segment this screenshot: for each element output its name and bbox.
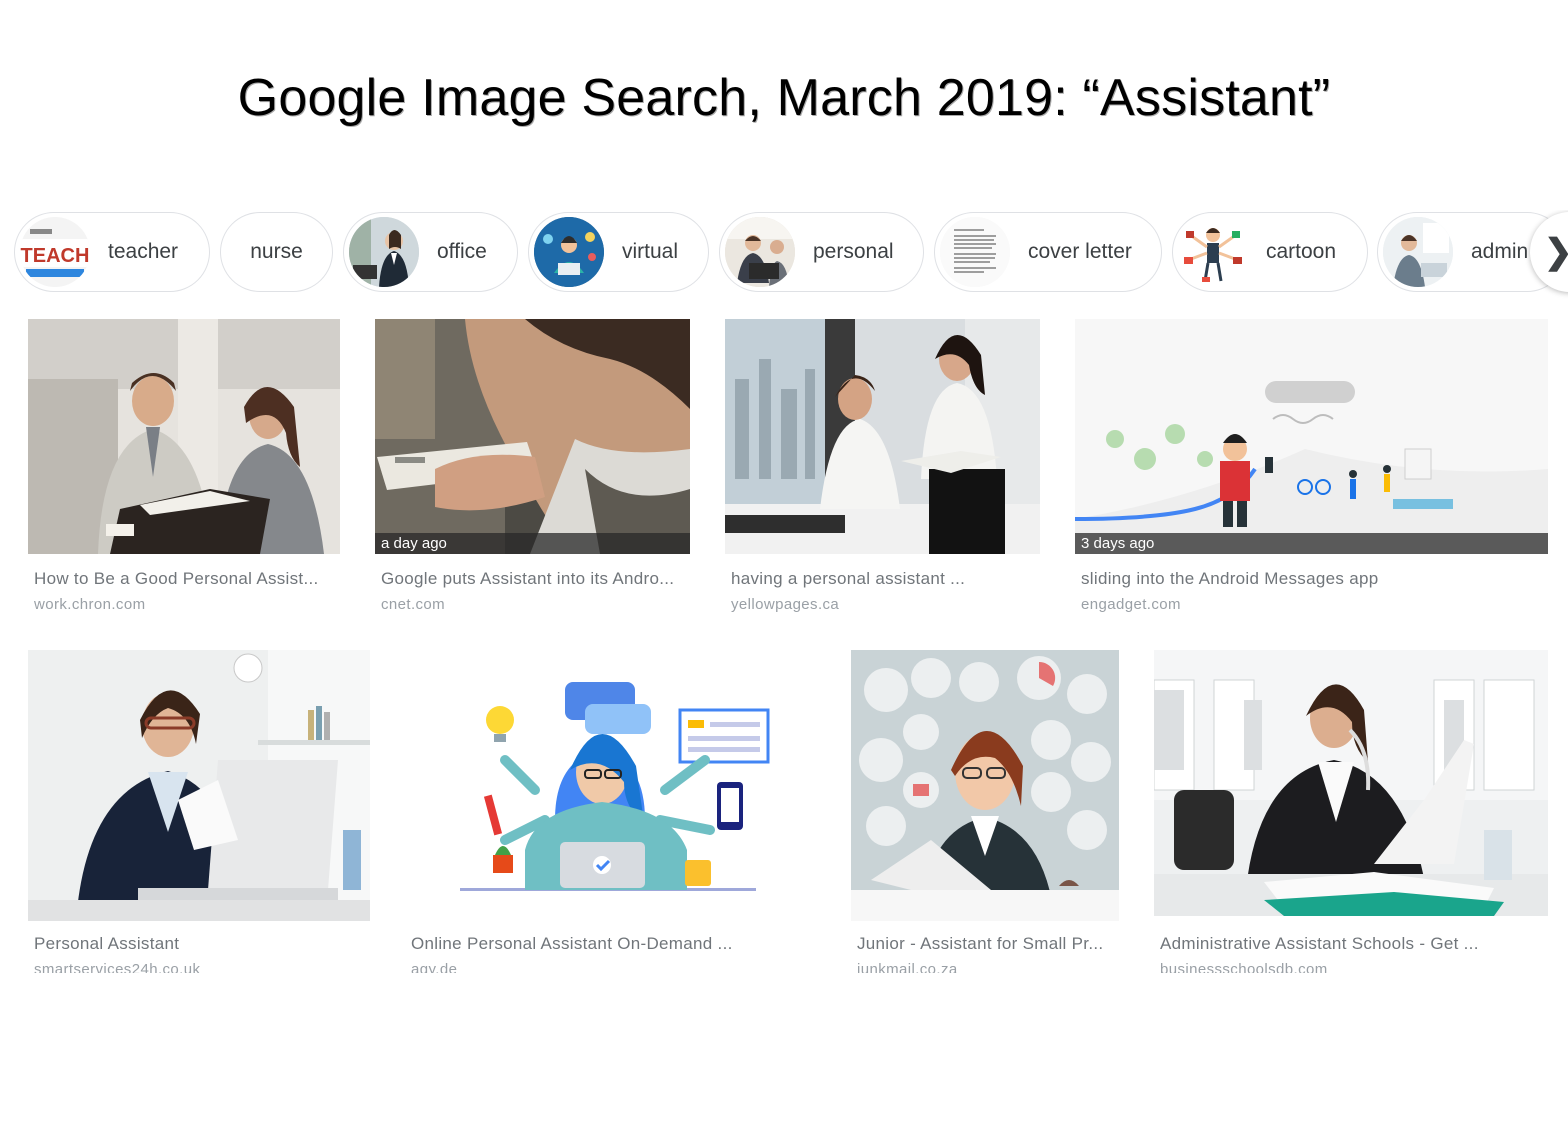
chip-label: office — [437, 240, 487, 263]
result-domain: engadget.com — [1081, 596, 1181, 613]
result-tile[interactable]: 3 days ago sliding into the Android Mess… — [1075, 319, 1548, 619]
chip-teacher[interactable]: TEACH teacher — [14, 212, 210, 292]
result-tile[interactable]: Online Personal Assistant On-Demand ... … — [405, 650, 816, 973]
chip-virtual[interactable]: virtual — [528, 212, 709, 292]
slide-title: Google Image Search, March 2019: “Assist… — [237, 69, 1331, 127]
related-search-chips: TEACH teacher nurse office virtual perso… — [0, 210, 1568, 300]
result-tile[interactable]: Personal Assistant smartservices24h.co.u… — [28, 650, 370, 973]
result-tile[interactable]: Administrative Assistant Schools - Get .… — [1154, 650, 1548, 973]
teacher-thumb-text: TEACH — [21, 245, 90, 267]
result-tile[interactable]: a day ago Google puts Assistant into its… — [375, 319, 690, 619]
chip-cartoon[interactable]: cartoon — [1172, 212, 1368, 292]
result-domain: junkmail.co.za — [857, 963, 958, 973]
result-image[interactable] — [28, 319, 340, 554]
result-age-badge: a day ago — [375, 533, 690, 554]
result-title[interactable]: Junior - Assistant for Small Pr... — [857, 934, 1103, 954]
result-title[interactable]: sliding into the Android Messages app — [1081, 569, 1378, 589]
result-title[interactable]: Personal Assistant — [34, 934, 179, 954]
result-domain: businessschoolsdb.com — [1160, 963, 1328, 973]
chip-label: cartoon — [1266, 240, 1337, 263]
result-domain: yellowpages.ca — [731, 596, 840, 613]
result-image[interactable] — [405, 650, 816, 921]
result-tile[interactable]: having a personal assistant ... yellowpa… — [725, 319, 1040, 619]
chip-cover-letter[interactable]: cover letter — [934, 212, 1162, 292]
result-image[interactable] — [28, 650, 370, 921]
result-domain: cnet.com — [381, 596, 446, 613]
result-image[interactable]: a day ago — [375, 319, 690, 554]
result-image[interactable]: 3 days ago — [1075, 319, 1548, 554]
result-title[interactable]: How to Be a Good Personal Assist... — [34, 569, 319, 589]
chip-office[interactable]: office — [343, 212, 518, 292]
virtual-thumbnail-icon — [534, 217, 604, 287]
result-title[interactable]: Google puts Assistant into its Andro... — [381, 569, 674, 589]
result-title[interactable]: Administrative Assistant Schools - Get .… — [1160, 934, 1479, 954]
cartoon-thumbnail-icon — [1178, 217, 1248, 287]
chip-label: teacher — [108, 240, 179, 263]
result-title[interactable]: Online Personal Assistant On-Demand ... — [411, 934, 733, 954]
personal-thumbnail-icon — [725, 217, 795, 287]
result-domain: work.chron.com — [34, 596, 146, 613]
chip-label: admin — [1471, 240, 1529, 263]
result-domain: agy.de — [411, 963, 458, 973]
chevron-right-icon: ❯ — [1544, 232, 1568, 272]
result-image[interactable] — [725, 319, 1040, 554]
chip-label: cover letter — [1028, 240, 1132, 263]
chip-personal[interactable]: personal — [719, 212, 924, 292]
result-image[interactable] — [1154, 650, 1548, 916]
result-domain: smartservices24h.co.uk — [34, 963, 201, 973]
admin-thumbnail-icon — [1383, 217, 1453, 287]
chip-label: virtual — [622, 240, 679, 263]
result-image[interactable] — [851, 650, 1119, 921]
teacher-thumbnail-icon: TEACH — [20, 217, 90, 287]
result-title[interactable]: having a personal assistant ... — [731, 569, 965, 589]
result-tile[interactable]: How to Be a Good Personal Assist... work… — [28, 319, 340, 619]
chip-label: nurse — [250, 240, 303, 263]
chip-nurse[interactable]: nurse — [220, 212, 333, 292]
result-tile[interactable]: Junior - Assistant for Small Pr... junkm… — [851, 650, 1119, 973]
result-age-badge: 3 days ago — [1075, 533, 1548, 554]
cover-letter-thumbnail-icon — [940, 217, 1010, 287]
chip-label: personal — [813, 240, 894, 263]
office-thumbnail-icon — [349, 217, 419, 287]
